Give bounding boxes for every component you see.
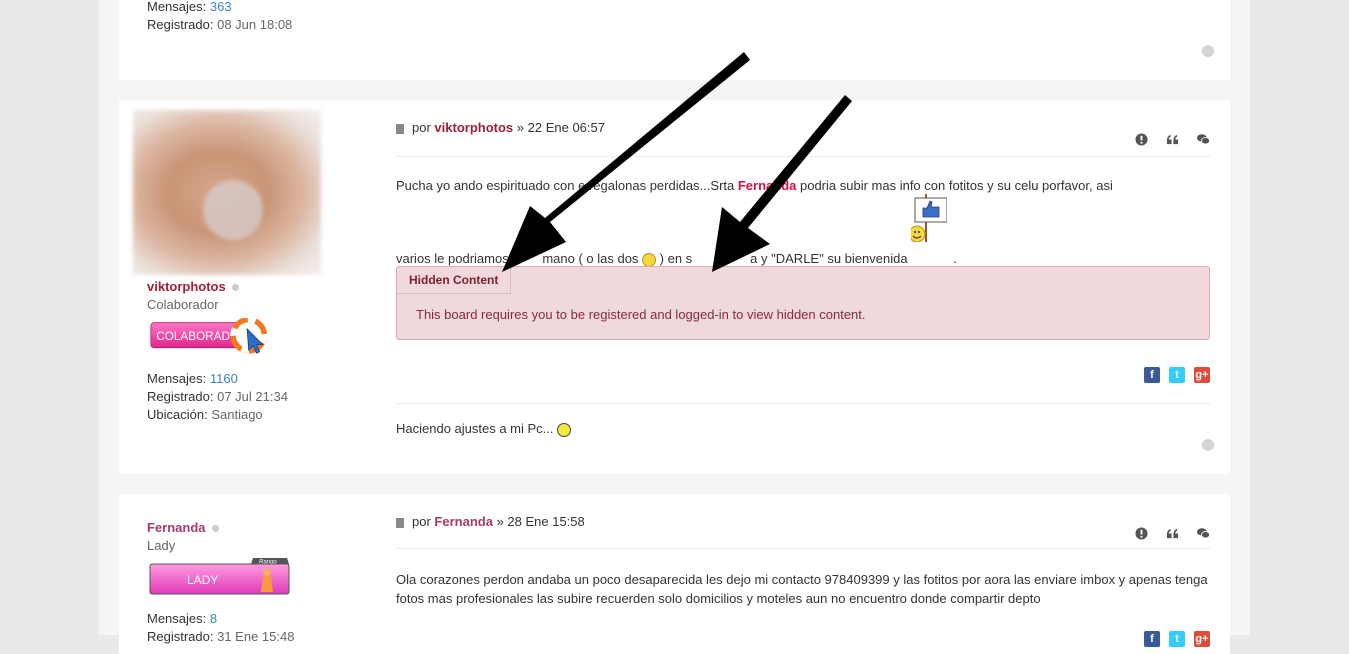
- post-viktorphotos: viktorphotos Colaborador COLABORADOR Men…: [119, 100, 1230, 474]
- post-date: » 28 Ene 15:58: [496, 514, 585, 529]
- author-prefix: por: [412, 514, 431, 529]
- back-to-top-icon[interactable]: [1202, 45, 1214, 57]
- post-text-segment: a y "DARLE" su bienvenida: [750, 251, 912, 266]
- report-icon[interactable]: [1135, 133, 1148, 146]
- facebook-icon[interactable]: f: [1144, 367, 1160, 383]
- offline-status-icon: [211, 525, 219, 533]
- profile-username-line: Fernanda: [147, 520, 219, 535]
- posts-count-link[interactable]: 363: [210, 0, 232, 14]
- reply-icon[interactable]: [1197, 133, 1210, 146]
- quote-icon[interactable]: [1166, 133, 1179, 146]
- back-to-top-icon[interactable]: [1202, 439, 1214, 451]
- quote-icon[interactable]: [1166, 527, 1179, 540]
- registered-value: 07 Jul 21:34: [217, 389, 288, 404]
- post-fernanda: Fernanda Lady Rango LADY Mensajes: 8 Reg…: [119, 494, 1230, 654]
- post-text-segment: Pucha yo ando espirituado con: [396, 178, 579, 193]
- posts-count-link[interactable]: 1160: [210, 371, 238, 386]
- report-icon[interactable]: [1135, 527, 1148, 540]
- hidden-content-box: Hidden Content This board requires you t…: [396, 266, 1210, 340]
- post-icon[interactable]: [396, 123, 404, 134]
- registered-label: Registrado:: [147, 629, 214, 644]
- post-text-segment: mano ( o las dos: [542, 251, 643, 266]
- hidden-content-message: This board requires you to be registered…: [416, 307, 866, 322]
- rank-title: Lady: [147, 538, 176, 553]
- rank-badge-colaborador-icon: COLABORADOR: [150, 318, 267, 354]
- profile-posts-line: Mensajes: 1160: [147, 371, 238, 386]
- smiley-icon: [642, 252, 657, 267]
- author-prefix: por: [412, 120, 431, 135]
- rank-title: Colaborador: [147, 297, 219, 312]
- posts-label: Mensajes:: [147, 0, 207, 14]
- google-plus-icon[interactable]: g+: [1194, 631, 1210, 647]
- profile-registered-line: Registrado: 08 Jun 18:08: [147, 17, 292, 32]
- post-content: Pucha yo ando espirituado con e regalona…: [396, 176, 1210, 195]
- registered-label: Registrado:: [147, 389, 214, 404]
- rank-badge-lady-icon: Rango LADY: [149, 558, 290, 595]
- signature: Haciendo ajustes a mi Pc...: [396, 419, 1210, 438]
- post-date: » 22 Ene 06:57: [516, 120, 605, 135]
- username-link[interactable]: viktorphotos: [147, 279, 226, 294]
- post-text-segment: varios le podriamos: [396, 251, 513, 266]
- post-actions: [1135, 133, 1210, 146]
- registered-value: 08 Jun 18:08: [217, 17, 293, 32]
- posts-label: Mensajes:: [147, 611, 207, 626]
- posts-count-link[interactable]: 8: [210, 611, 217, 626]
- registered-value: 31 Ene 15:48: [217, 629, 295, 644]
- post-actions: [1135, 527, 1210, 540]
- profile-location-line: Ubicación: Santiago: [147, 407, 263, 422]
- post-text-segment: e regalonas perdidas...Srta: [578, 178, 738, 193]
- profile-registered-line: Registrado: 31 Ene 15:48: [147, 629, 294, 644]
- reply-icon[interactable]: [1197, 527, 1210, 540]
- signature-text: Haciendo ajustes a mi Pc...: [396, 421, 558, 436]
- location-label: Ubicación:: [147, 407, 208, 422]
- profile-posts-line: Mensajes: 363: [147, 0, 232, 14]
- posts-label: Mensajes:: [147, 371, 207, 386]
- registered-label: Registrado:: [147, 17, 214, 32]
- profile-posts-line: Mensajes: 8: [147, 611, 217, 626]
- post-divider: [396, 156, 1210, 157]
- share-buttons: f t g+: [1144, 631, 1210, 647]
- post-author-link[interactable]: viktorphotos: [434, 120, 513, 135]
- username-link[interactable]: Fernanda: [147, 520, 206, 535]
- post-body: por viktorphotos » 22 Ene 06:57 Pucha yo…: [396, 100, 1210, 474]
- twitter-icon[interactable]: t: [1169, 367, 1185, 383]
- post-text-segment: .: [953, 251, 957, 266]
- rank-badge-text: LADY: [187, 573, 218, 587]
- idea-icon: [557, 422, 572, 437]
- profile-registered-line: Registrado: 07 Jul 21:34: [147, 389, 288, 404]
- google-plus-icon[interactable]: g+: [1194, 367, 1210, 383]
- post-body: por Fernanda » 28 Ene 15:58 Ola corazone…: [396, 494, 1210, 654]
- post-text-highlight: Fernanda: [737, 178, 797, 193]
- post-previous: Mensajes: 363 Registrado: 08 Jun 18:08: [119, 0, 1230, 80]
- post-text-segment: podria subir mas info con fotitos y su c…: [796, 178, 1113, 193]
- share-buttons: f t g+: [1144, 367, 1210, 383]
- post-author-link[interactable]: Fernanda: [434, 514, 493, 529]
- post-author-line: por Fernanda » 28 Ene 15:58: [396, 514, 585, 529]
- page-wrapper: Mensajes: 363 Registrado: 08 Jun 18:08 v…: [99, 0, 1250, 654]
- signature-divider: [396, 403, 1210, 404]
- post-icon[interactable]: [396, 517, 404, 528]
- offline-status-icon: [231, 284, 239, 292]
- avatar[interactable]: [133, 110, 321, 275]
- profile-username-line: viktorphotos: [147, 279, 239, 294]
- hidden-content-title: Hidden Content: [397, 267, 511, 294]
- post-content-line2: varios le podriamos mano ( o las dos ) e…: [396, 194, 1210, 267]
- post-author-line: por viktorphotos » 22 Ene 06:57: [396, 120, 605, 135]
- location-value: Santiago: [211, 407, 263, 422]
- facebook-icon[interactable]: f: [1144, 631, 1160, 647]
- post-content: Ola corazones perdon andaba un poco desa…: [396, 572, 1208, 606]
- post-divider: [396, 548, 1210, 549]
- post-text-segment: ) en s: [656, 251, 693, 266]
- twitter-icon[interactable]: t: [1169, 631, 1185, 647]
- thumbs-up-sign-icon: [911, 194, 948, 268]
